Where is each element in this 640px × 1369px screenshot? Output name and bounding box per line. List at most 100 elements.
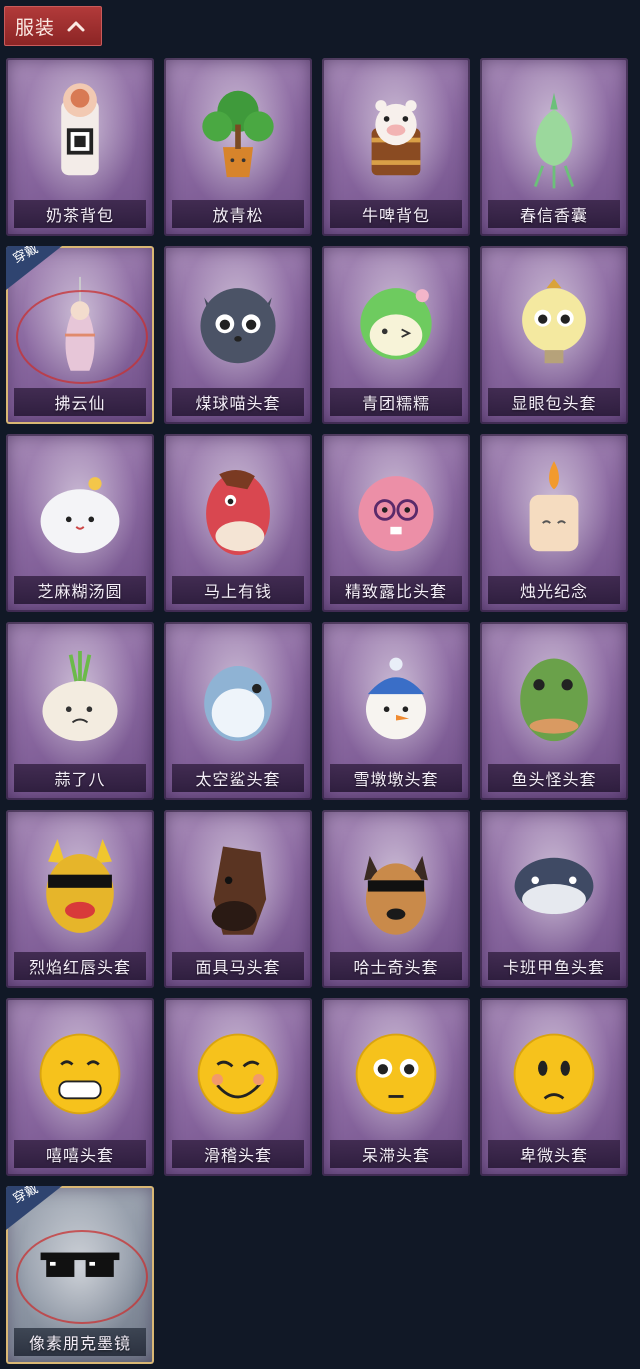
outfit-card[interactable]: 烈焰红唇头套 [6,810,154,988]
outfit-name: 鱼头怪头套 [511,770,597,789]
outfit-name: 牛啤背包 [361,206,430,225]
outfit-label-bar: 显眼包头套 [488,388,620,416]
husky-mask-icon [364,855,428,935]
outfit-label-bar: 卡班甲鱼头套 [488,952,620,980]
outfit-card[interactable]: 芝麻糊汤圆 [6,434,154,612]
outfit-card[interactable]: 马上有钱 [164,434,312,612]
outfit-card[interactable]: 放青松 [164,58,312,236]
lightbulb-mask-icon [522,278,586,364]
outfit-name: 雪墩墩头套 [353,770,439,789]
outfit-card[interactable]: 面具马头套 [164,810,312,988]
outfit-label-bar: 奶茶背包 [14,200,146,228]
outfit-name: 哈士奇头套 [353,958,439,977]
outfit-name: 烈焰红唇头套 [28,958,131,977]
outfit-card[interactable]: 青团糯糯 [322,246,470,424]
outfit-label-bar: 马上有钱 [172,576,304,604]
outfit-name: 蒜了八 [54,770,106,789]
outfit-card[interactable]: 奶茶背包 [6,58,154,236]
outfit-name: 面具马头套 [195,958,281,977]
humble-emoji-mask-icon [513,1033,595,1115]
candle-icon [529,461,579,552]
outfit-name: 卑微头套 [519,1146,588,1165]
cow-beer-backpack-icon [371,100,421,176]
outfit-name: 精致露比头套 [344,582,447,601]
sachet-icon [533,92,575,189]
outfit-label-bar: 嘻嘻头套 [14,1140,146,1168]
outfit-card[interactable]: 卑微头套 [480,998,628,1176]
outfit-card[interactable]: 精致露比头套 [322,434,470,612]
outfit-name: 芝麻糊汤圆 [37,582,123,601]
outfit-name: 太空鲨头套 [195,770,281,789]
outfit-card[interactable]: 显眼包头套 [480,246,628,424]
outfit-name: 煤球喵头套 [195,394,281,413]
outfit-card[interactable]: 牛啤背包 [322,58,470,236]
category-toggle-button[interactable]: 服装 [4,6,102,46]
outfit-card[interactable]: 蒜了八 [6,622,154,800]
horse-mask-icon [211,846,267,935]
outfit-label-bar: 蒜了八 [14,764,146,792]
milk-tea-backpack-icon [61,83,99,176]
chevron-up-icon [67,21,85,32]
outfit-card[interactable]: 卡班甲鱼头套 [480,810,628,988]
outfit-name: 卡班甲鱼头套 [502,958,605,977]
yellow-lips-mask-icon [46,839,114,933]
outfit-label-bar: 牛啤背包 [330,200,462,228]
outfit-label-bar: 鱼头怪头套 [488,764,620,792]
seal-mask-icon [514,857,594,915]
outfit-label-bar: 哈士奇头套 [330,952,462,980]
outfit-label-bar: 滑稽头套 [172,1140,304,1168]
green-dumpling-icon [360,288,432,360]
shark-mask-icon [204,666,272,742]
outfit-card[interactable]: 呆滞头套 [322,998,470,1176]
outfit-card[interactable]: 鱼头怪头套 [480,622,628,800]
outfit-card[interactable]: 春信香囊 [480,58,628,236]
outfit-label-bar: 雪墩墩头套 [330,764,462,792]
outfit-label-bar: 青团糯糯 [330,388,462,416]
red-horse-mask-icon [206,470,270,555]
outfit-name: 青团糯糯 [361,394,430,413]
equipped-ring [16,1230,148,1324]
outfit-card[interactable]: 煤球喵头套 [164,246,312,424]
outfit-name: 放青松 [212,206,264,225]
outfit-card[interactable]: 穿戴 像素朋克墨镜 [6,1186,154,1364]
outfit-label-bar: 烛光纪念 [488,576,620,604]
outfit-name: 呆滞头套 [361,1146,430,1165]
outfit-label-bar: 煤球喵头套 [172,388,304,416]
outfit-label-bar: 像素朋克墨镜 [14,1328,146,1356]
equipped-ring [16,290,148,384]
outfit-name: 马上有钱 [203,582,272,601]
outfit-name: 滑稽头套 [203,1146,272,1165]
black-cat-mask-icon [200,288,276,364]
outfit-label-bar: 太空鲨头套 [172,764,304,792]
outfit-card[interactable]: 穿戴 拂云仙 [6,246,154,424]
category-title: 服装 [15,16,56,39]
outfit-card[interactable]: 烛光纪念 [480,434,628,612]
outfit-name: 拂云仙 [54,394,106,413]
outfit-label-bar: 拂云仙 [14,388,146,416]
outfit-card[interactable]: 雪墩墩头套 [322,622,470,800]
outfit-name: 春信香囊 [519,206,588,225]
outfit-name: 像素朋克墨镜 [28,1334,131,1353]
outfit-card[interactable]: 滑稽头套 [164,998,312,1176]
outfit-name: 显眼包头套 [511,394,597,413]
fish-head-mask-icon [520,658,588,742]
outfit-label-bar: 放青松 [172,200,304,228]
rice-ball-icon [40,477,120,554]
pink-beaver-mask-icon [358,476,434,552]
smirk-emoji-mask-icon [197,1033,279,1115]
outfit-card[interactable]: 太空鲨头套 [164,622,312,800]
garlic-icon [42,651,118,742]
outfit-label-bar: 呆滞头套 [330,1140,462,1168]
outfit-label-bar: 烈焰红唇头套 [14,952,146,980]
outfit-label-bar: 面具马头套 [172,952,304,980]
stare-emoji-mask-icon [355,1033,437,1115]
outfit-name: 嘻嘻头套 [45,1146,114,1165]
outfit-name: 奶茶背包 [45,206,114,225]
outfit-name: 烛光纪念 [519,582,588,601]
outfit-label-bar: 精致露比头套 [330,576,462,604]
potted-pine-icon [202,90,274,178]
outfit-card[interactable]: 嘻嘻头套 [6,998,154,1176]
grin-emoji-mask-icon [39,1033,121,1115]
snowman-mask-icon [365,657,427,740]
outfit-card[interactable]: 哈士奇头套 [322,810,470,988]
